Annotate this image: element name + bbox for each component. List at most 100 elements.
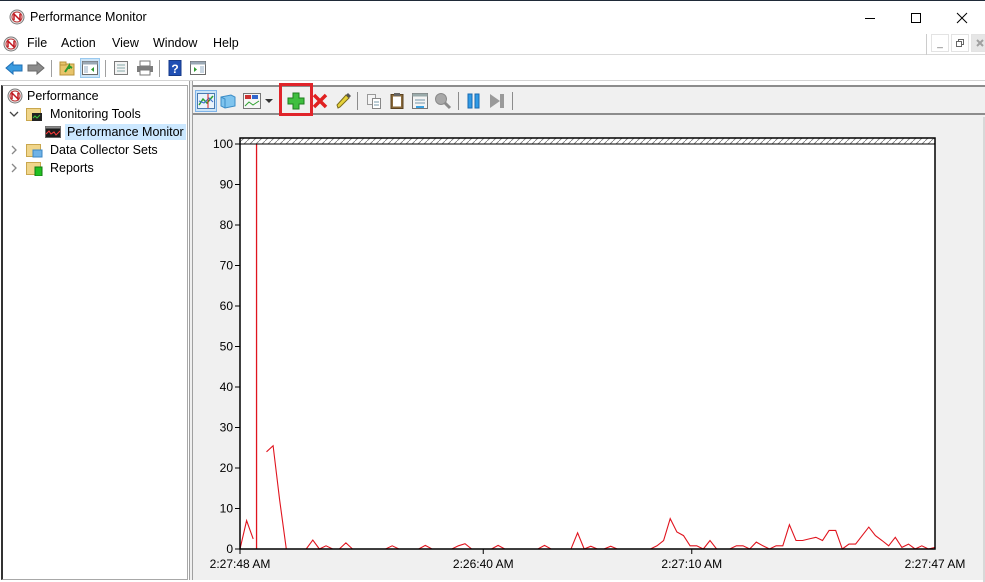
back-button[interactable] bbox=[4, 58, 24, 78]
mdi-minimize-button[interactable]: _ bbox=[931, 34, 949, 52]
line-graph-icon bbox=[197, 93, 215, 109]
show-hide-console-tree-button[interactable] bbox=[80, 58, 100, 78]
plot-top-hatch bbox=[240, 138, 935, 144]
dropdown-arrow-icon bbox=[265, 99, 273, 103]
forward-button[interactable] bbox=[26, 58, 46, 78]
view-current-activity-button[interactable] bbox=[195, 90, 217, 112]
copy-icon bbox=[367, 94, 381, 109]
toolbar-separator bbox=[51, 60, 52, 77]
menu-file[interactable]: File bbox=[27, 36, 47, 50]
forward-arrow-icon bbox=[27, 60, 45, 76]
properties-button[interactable] bbox=[409, 90, 431, 112]
menu-help[interactable]: Help bbox=[213, 36, 239, 50]
close-icon bbox=[976, 39, 984, 47]
console-tree-icon bbox=[82, 61, 98, 75]
minimize-icon bbox=[865, 17, 875, 19]
performance-graph[interactable]: 0 10 20 30 40 50 60 70 80 90 100 2:27:48 AM 2:26:40 … bbox=[193, 117, 985, 582]
action-pane-icon bbox=[190, 61, 206, 75]
reports-folder-icon bbox=[26, 162, 43, 176]
y-tick-label: 80 bbox=[220, 218, 234, 232]
zoom-button[interactable] bbox=[432, 90, 454, 112]
menu-bar: File Action View Window Help _ bbox=[0, 33, 985, 55]
tree-item-label: Data Collector Sets bbox=[50, 143, 158, 157]
mdi-close-button[interactable] bbox=[971, 34, 985, 52]
tree-item-label: Reports bbox=[50, 161, 94, 175]
menu-window[interactable]: Window bbox=[153, 36, 197, 50]
chevron-right-icon[interactable] bbox=[9, 163, 19, 173]
delete-counter-button[interactable] bbox=[309, 90, 331, 112]
plus-icon bbox=[287, 92, 305, 110]
printer-icon bbox=[137, 60, 153, 76]
highlight-button[interactable] bbox=[332, 90, 354, 112]
y-tick-label: 70 bbox=[220, 259, 234, 273]
performance-app-icon bbox=[9, 9, 25, 25]
toolbar-separator bbox=[458, 92, 459, 110]
y-tick-label: 50 bbox=[220, 340, 234, 354]
perfmon-chart-icon bbox=[45, 126, 61, 138]
back-arrow-icon bbox=[5, 60, 23, 76]
restore-icon bbox=[956, 39, 964, 47]
tree-item-label: Performance bbox=[27, 89, 99, 103]
minimize-icon: _ bbox=[937, 37, 943, 49]
tree-item-performance[interactable]: Performance bbox=[7, 87, 101, 105]
change-graph-type-button[interactable] bbox=[241, 90, 263, 112]
step-forward-icon bbox=[490, 94, 504, 108]
tree-item-performance-monitor[interactable]: Performance Monitor bbox=[45, 123, 186, 141]
title-bar: Performance Monitor bbox=[0, 2, 985, 33]
toolbar-separator bbox=[512, 92, 513, 110]
paste-counter-list-button[interactable] bbox=[386, 90, 408, 112]
chevron-down-icon[interactable] bbox=[9, 109, 19, 119]
window-title: Performance Monitor bbox=[30, 10, 147, 24]
y-tick-label: 10 bbox=[220, 502, 234, 516]
y-tick-label: 60 bbox=[220, 299, 234, 313]
console-tree: Performance Monitoring Tools Performance… bbox=[1, 85, 188, 580]
print-button[interactable] bbox=[135, 58, 155, 78]
performance-icon bbox=[7, 88, 23, 104]
plot-area bbox=[240, 138, 935, 549]
red-x-icon bbox=[312, 93, 328, 109]
magnifier-icon bbox=[435, 93, 452, 110]
x-tick-label: 2:27:10 AM bbox=[661, 557, 722, 571]
freeze-display-button[interactable] bbox=[463, 90, 485, 112]
minimize-button[interactable] bbox=[847, 2, 893, 33]
show-hide-action-pane-button[interactable] bbox=[188, 58, 208, 78]
menu-action[interactable]: Action bbox=[61, 36, 96, 50]
copy-properties-button[interactable] bbox=[363, 90, 385, 112]
performance-monitor-window: Performance Monitor File Action View Win… bbox=[0, 0, 985, 582]
tree-item-data-collector-sets[interactable]: Data Collector Sets bbox=[9, 141, 160, 159]
highlighter-icon bbox=[336, 93, 351, 109]
mdi-restore-button[interactable] bbox=[951, 34, 969, 52]
close-button[interactable] bbox=[939, 2, 985, 33]
x-tick-label: 2:26:40 AM bbox=[453, 557, 514, 571]
properties-icon bbox=[114, 61, 128, 75]
y-tick-label: 30 bbox=[220, 421, 234, 435]
y-tick-label: 20 bbox=[220, 461, 234, 475]
tree-item-monitoring-tools[interactable]: Monitoring Tools bbox=[9, 105, 143, 123]
view-log-data-button[interactable] bbox=[217, 90, 239, 112]
performance-monitor-pane: 0 10 20 30 40 50 60 70 80 90 100 2:27:48 AM 2:26:40 … bbox=[193, 83, 985, 582]
menu-view[interactable]: View bbox=[112, 36, 139, 50]
document-system-menu-icon[interactable] bbox=[3, 36, 19, 52]
y-tick-label: 90 bbox=[220, 178, 234, 192]
help-button[interactable]: ? bbox=[165, 58, 185, 78]
perfmon-toolbar bbox=[193, 83, 985, 116]
close-icon bbox=[956, 12, 968, 23]
clipboard-icon bbox=[390, 93, 404, 109]
tree-item-label: Performance Monitor bbox=[65, 124, 186, 140]
toolbar-separator bbox=[105, 60, 106, 77]
y-tick-label: 100 bbox=[213, 137, 233, 151]
up-one-level-button[interactable] bbox=[57, 58, 77, 78]
x-tick-label: 2:27:47 AM bbox=[905, 557, 966, 571]
x-tick-label: 2:27:48 AM bbox=[210, 557, 271, 571]
tree-item-reports[interactable]: Reports bbox=[9, 159, 96, 177]
mdi-controls: _ bbox=[926, 34, 985, 55]
data-collector-folder-icon bbox=[26, 144, 43, 158]
graph-type-dropdown-button[interactable] bbox=[263, 90, 275, 112]
add-counter-button[interactable] bbox=[285, 90, 307, 112]
chevron-right-icon[interactable] bbox=[9, 145, 19, 155]
maximize-button[interactable] bbox=[893, 2, 939, 33]
update-data-button[interactable] bbox=[486, 90, 508, 112]
pause-icon bbox=[467, 93, 480, 109]
svg-text:?: ? bbox=[171, 62, 178, 76]
properties-button[interactable] bbox=[111, 58, 131, 78]
